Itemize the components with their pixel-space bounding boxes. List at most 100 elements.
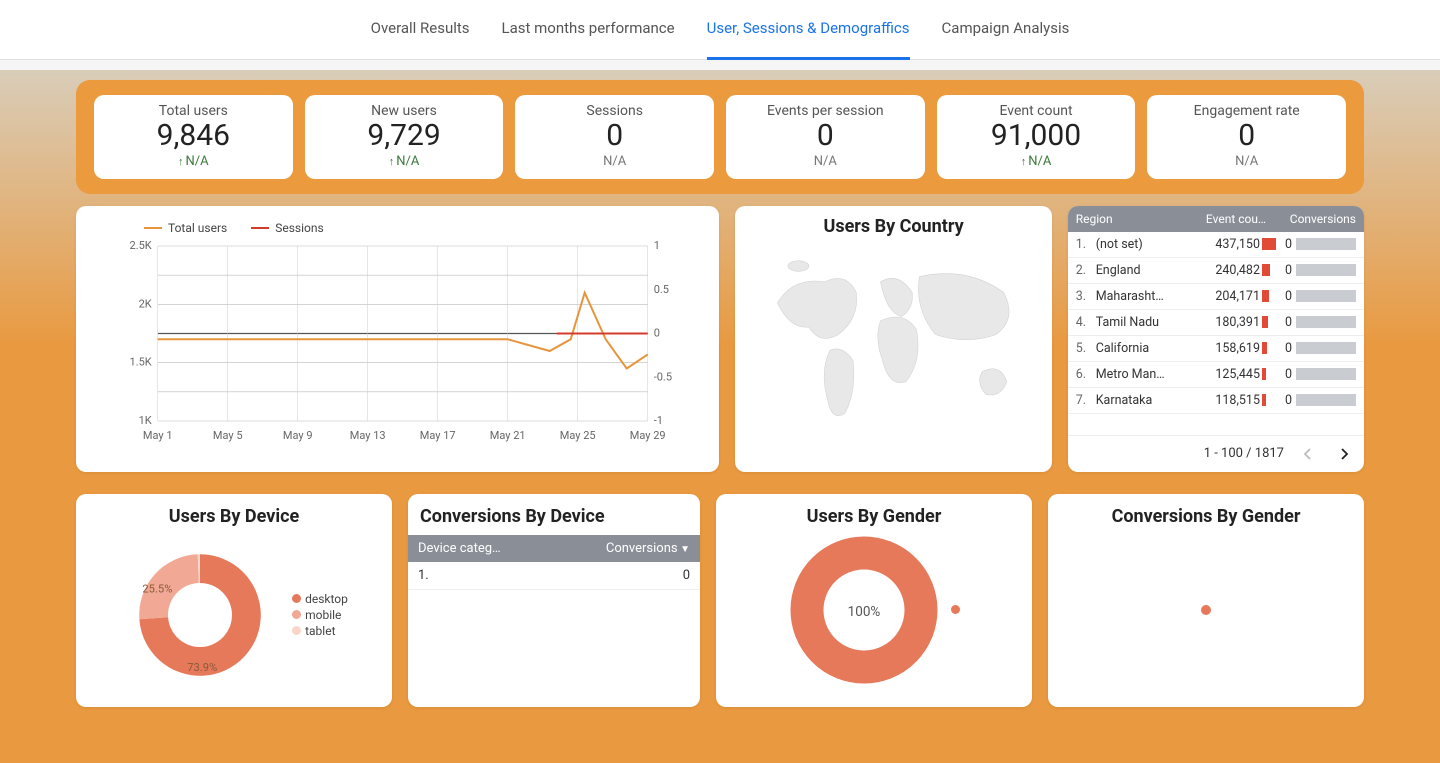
kpi-event-count[interactable]: Event count 91,000 N/A <box>937 95 1136 179</box>
chart-legend: Total users Sessions <box>144 221 701 235</box>
tab-last-months-performance[interactable]: Last months performance <box>502 0 675 60</box>
event-bar <box>1262 238 1276 250</box>
tab-overall-results[interactable]: Overall Results <box>371 0 470 60</box>
event-bar <box>1262 342 1276 354</box>
region-table-footer: 1 - 100 / 1817 <box>1068 435 1364 472</box>
users-by-device-donut[interactable]: 73.9%25.5% <box>120 535 280 695</box>
conversion-bar <box>1296 264 1356 276</box>
kpi-value: 0 <box>1159 119 1334 154</box>
kpi-label: New users <box>317 103 492 119</box>
col-conversions-sort[interactable]: Conversions <box>590 541 690 556</box>
kpi-engagement-rate[interactable]: Engagement rate 0 N/A <box>1147 95 1346 179</box>
kpi-label: Events per session <box>738 103 913 119</box>
conversion-bar <box>1296 290 1356 302</box>
conversion-value: 0 <box>1276 367 1292 382</box>
next-page-button[interactable] <box>1332 442 1356 466</box>
map-title: Users By Country <box>745 216 1041 237</box>
svg-text:2.5K: 2.5K <box>130 241 152 252</box>
kpi-new-users[interactable]: New users 9,729 N/A <box>305 95 504 179</box>
timeseries-card: Total users Sessions May 1May 5May 9May … <box>76 206 719 472</box>
region-table-body: 1. (not set) 437,150 0 2. England 240,48… <box>1068 232 1364 435</box>
kpi-events-per-session[interactable]: Events per session 0 N/A <box>726 95 925 179</box>
table-row[interactable]: 2. England 240,482 0 <box>1068 258 1364 284</box>
region-name: Maharasht… <box>1092 289 1212 304</box>
col-event-count[interactable]: Event cou… <box>1196 212 1266 226</box>
col-conversions[interactable]: Conversions <box>1266 212 1356 226</box>
kpi-delta: N/A <box>106 154 281 169</box>
users-by-device-card: Users By Device 73.9%25.5% desktop mobile… <box>76 494 392 707</box>
event-bar <box>1262 316 1276 328</box>
svg-text:25.5%: 25.5% <box>142 582 172 595</box>
kpi-delta: N/A <box>738 154 913 169</box>
conversion-value: 0 <box>1276 341 1292 356</box>
event-bar <box>1262 368 1276 380</box>
conversion-value: 0 <box>1276 263 1292 278</box>
legend-sessions: Sessions <box>251 221 323 235</box>
table-row[interactable]: 3. Maharasht… 204,171 0 <box>1068 284 1364 310</box>
kpi-value: 91,000 <box>949 119 1124 154</box>
svg-text:-0.5: -0.5 <box>654 370 672 383</box>
table-row[interactable]: 4. Tamil Nadu 180,391 0 <box>1068 310 1364 336</box>
table-row[interactable]: 5. California 158,619 0 <box>1068 336 1364 362</box>
region-table-header: Region Event cou… Conversions <box>1068 206 1364 232</box>
map-card: Users By Country <box>735 206 1051 472</box>
table-row[interactable]: 7. Karnataka 118,515 0 <box>1068 388 1364 414</box>
event-bar <box>1262 264 1276 276</box>
prev-page-button[interactable] <box>1296 442 1320 466</box>
conversions-by-device-card: Conversions By Device Device categ… Conv… <box>408 494 700 707</box>
svg-text:May 21: May 21 <box>490 429 526 442</box>
svg-text:1K: 1K <box>139 414 152 427</box>
table-row[interactable]: 1.0 <box>408 562 700 590</box>
kpi-band: Total users 9,846 N/ANew users 9,729 N/A… <box>76 80 1364 194</box>
kpi-label: Event count <box>949 103 1124 119</box>
region-table-card: Region Event cou… Conversions 1. (not se… <box>1068 206 1364 472</box>
event-count-value: 125,445 <box>1212 367 1260 382</box>
tab-user-sessions-demograffics[interactable]: User, Sessions & Demograffics <box>707 0 910 60</box>
dashboard-canvas: Total users 9,846 N/ANew users 9,729 N/A… <box>0 70 1440 763</box>
col-device-category[interactable]: Device categ… <box>418 541 590 556</box>
svg-text:May 29: May 29 <box>630 429 666 442</box>
gender-center-label: 100% <box>847 604 880 620</box>
legend-item: mobile <box>292 608 348 622</box>
region-name: Karnataka <box>1092 393 1212 408</box>
device-legend: desktop mobile tablet <box>292 590 348 640</box>
conv-gender-dot-icon <box>1200 604 1212 616</box>
svg-text:May 1: May 1 <box>143 429 173 442</box>
table-row[interactable]: 1. (not set) 437,150 0 <box>1068 232 1364 258</box>
event-bar <box>1262 394 1276 406</box>
conversion-value: 0 <box>1276 315 1292 330</box>
kpi-total-users[interactable]: Total users 9,846 N/A <box>94 95 293 179</box>
kpi-value: 0 <box>738 119 913 154</box>
tab-bar: Overall Results Last months performance Us… <box>0 0 1440 60</box>
conversion-bar <box>1296 316 1356 328</box>
conversions-by-gender-card: Conversions By Gender <box>1048 494 1364 707</box>
svg-text:1.5K: 1.5K <box>130 355 152 368</box>
tab-campaign-analysis[interactable]: Campaign Analysis <box>942 0 1070 60</box>
region-name: California <box>1092 341 1212 356</box>
legend-dot-icon <box>292 594 301 603</box>
timeseries-chart[interactable]: May 1May 5May 9May 13May 17May 21May 25M… <box>94 241 701 456</box>
world-map[interactable] <box>745 245 1041 445</box>
event-count-value: 180,391 <box>1212 315 1260 330</box>
event-count-value: 204,171 <box>1212 289 1260 304</box>
conv-device-table-header: Device categ… Conversions <box>408 535 700 562</box>
kpi-value: 9,729 <box>317 119 492 154</box>
region-name: Metro Man… <box>1092 367 1212 382</box>
pagination-label: 1 - 100 / 1817 <box>1204 446 1284 461</box>
table-row[interactable]: 6. Metro Man… 125,445 0 <box>1068 362 1364 388</box>
col-region[interactable]: Region <box>1076 212 1196 226</box>
legend-item: tablet <box>292 624 348 638</box>
kpi-delta: N/A <box>317 154 492 169</box>
svg-text:1: 1 <box>654 241 660 252</box>
users-by-device-title: Users By Device <box>88 506 380 527</box>
conversion-bar <box>1296 394 1356 406</box>
legend-item: desktop <box>292 592 348 606</box>
users-by-gender-title: Users By Gender <box>728 506 1020 527</box>
kpi-sessions[interactable]: Sessions 0 N/A <box>515 95 714 179</box>
svg-text:2K: 2K <box>139 297 152 310</box>
svg-text:0: 0 <box>654 326 660 339</box>
conv-gender-title: Conversions By Gender <box>1060 506 1352 527</box>
gender-legend <box>951 603 960 616</box>
event-count-value: 158,619 <box>1212 341 1260 356</box>
users-by-gender-donut[interactable]: 100% <box>789 535 939 685</box>
